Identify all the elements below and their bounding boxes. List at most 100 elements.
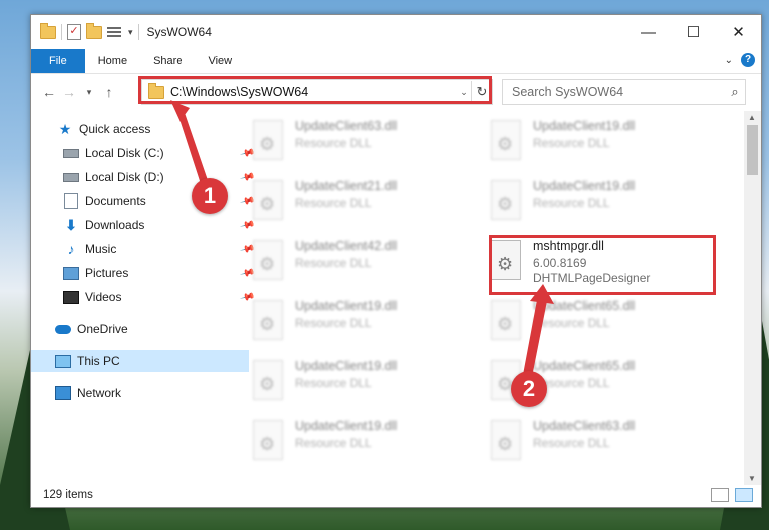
expand-ribbon-icon[interactable]: ⌄ bbox=[725, 55, 733, 66]
file-item[interactable]: ⚙ UpdateClient19.dll Resource DLL bbox=[249, 297, 464, 353]
file-description: Resource DLL bbox=[533, 316, 610, 330]
tab-home[interactable]: Home bbox=[85, 49, 140, 73]
music-icon: ♪ bbox=[67, 241, 75, 257]
file-list: ⚙ UpdateClient63.dll Resource DLL ⚙ Updat… bbox=[225, 111, 743, 483]
up-button[interactable]: ↑ bbox=[99, 84, 119, 100]
ribbon-tabs: File Home Share View ⌄ ? bbox=[31, 49, 761, 74]
sidebar-item-pictures[interactable]: Pictures 📌 bbox=[31, 262, 257, 284]
status-bar: 129 items bbox=[31, 483, 761, 507]
sidebar-item-label: Downloads bbox=[85, 218, 145, 232]
file-name: UpdateClient42.dll bbox=[295, 239, 398, 253]
sidebar-item-label: Local Disk (D:) bbox=[85, 170, 164, 184]
customize-toolbar-icon[interactable] bbox=[107, 26, 123, 39]
properties-check-icon[interactable]: ✓ bbox=[67, 24, 81, 40]
back-button[interactable]: ← bbox=[39, 84, 59, 100]
file-description: Resource DLL bbox=[295, 436, 372, 450]
folder-icon bbox=[40, 22, 56, 39]
file-name: UpdateClient19.dll bbox=[295, 359, 398, 373]
star-icon: ★ bbox=[58, 120, 72, 137]
close-button[interactable]: ✕ bbox=[716, 15, 761, 49]
file-explorer-window: ✓ ▾ SysWOW64 — ☐ ✕ File Home Share View … bbox=[30, 14, 762, 508]
file-name: UpdateClient21.dll bbox=[295, 179, 398, 193]
tab-view[interactable]: View bbox=[195, 49, 245, 73]
file-name: UpdateClient19.dll bbox=[533, 179, 636, 193]
sidebar-item-label: Pictures bbox=[85, 266, 129, 280]
sidebar-item-onedrive[interactable]: OneDrive bbox=[31, 318, 249, 340]
new-folder-icon[interactable] bbox=[86, 22, 102, 39]
dll-file-icon: ⚙ bbox=[249, 420, 289, 462]
file-description: Resource DLL bbox=[295, 196, 372, 210]
sidebar-item-downloads[interactable]: ⬇ Downloads 📌 bbox=[31, 214, 257, 236]
drive-icon bbox=[63, 146, 79, 160]
sidebar-item-label: This PC bbox=[77, 354, 120, 368]
search-icon[interactable]: ⌕ bbox=[725, 84, 745, 100]
sidebar-item-local-disk-c[interactable]: Local Disk (C:) 📌 bbox=[31, 142, 257, 164]
sidebar-item-this-pc[interactable]: This PC bbox=[31, 350, 249, 372]
file-description: Resource DLL bbox=[533, 436, 610, 450]
recent-locations-button[interactable]: ▾ bbox=[79, 87, 99, 98]
sidebar-item-label: Documents bbox=[85, 194, 146, 208]
dll-file-icon: ⚙ bbox=[249, 240, 289, 282]
toolbar-separator bbox=[137, 24, 139, 40]
file-name: UpdateClient19.dll bbox=[533, 119, 636, 133]
file-name: UpdateClient65.dll bbox=[533, 359, 636, 373]
search-input[interactable]: Search SysWOW64 bbox=[512, 85, 725, 99]
pictures-icon bbox=[63, 266, 79, 280]
file-item[interactable]: ⚙ UpdateClient63.dll Resource DLL bbox=[249, 117, 464, 173]
scroll-up-icon[interactable]: ▲ bbox=[748, 113, 756, 122]
file-highlight bbox=[489, 235, 716, 295]
dll-file-icon: ⚙ bbox=[249, 360, 289, 402]
quick-access-toolbar: ✓ ▾ bbox=[31, 22, 139, 40]
scrollbar-thumb[interactable] bbox=[747, 125, 758, 175]
file-item[interactable]: ⚙ UpdateClient65.dll Resource DLL bbox=[487, 297, 702, 353]
details-view-icon[interactable] bbox=[711, 488, 729, 502]
file-description: Resource DLL bbox=[295, 136, 372, 150]
dll-file-icon: ⚙ bbox=[487, 120, 527, 162]
window-title: SysWOW64 bbox=[146, 25, 212, 39]
videos-icon bbox=[63, 290, 79, 304]
file-description: Resource DLL bbox=[295, 256, 372, 270]
navigation-bar: ← → ▾ ↑ C:\Windows\SysWOW64 ⌄ ↻ Search S… bbox=[31, 74, 761, 110]
file-item[interactable]: ⚙ UpdateClient19.dll Resource DLL bbox=[249, 357, 464, 413]
drive-icon bbox=[63, 170, 79, 184]
dll-file-icon: ⚙ bbox=[249, 180, 289, 222]
scroll-down-icon[interactable]: ▼ bbox=[748, 474, 756, 483]
sidebar-item-network[interactable]: Network bbox=[31, 382, 249, 404]
tab-share[interactable]: Share bbox=[140, 49, 195, 73]
file-item[interactable]: ⚙ UpdateClient21.dll Resource DLL bbox=[249, 177, 464, 233]
forward-button[interactable]: → bbox=[59, 84, 79, 100]
help-icon[interactable]: ? bbox=[741, 53, 755, 67]
file-item[interactable]: ⚙ UpdateClient19.dll Resource DLL bbox=[249, 417, 464, 473]
callout-2: 2 bbox=[511, 371, 547, 407]
download-icon: ⬇ bbox=[65, 216, 77, 233]
sidebar-item-quick-access[interactable]: ★ Quick access bbox=[31, 118, 251, 140]
dll-file-icon: ⚙ bbox=[249, 120, 289, 162]
sidebar-item-label: Network bbox=[77, 386, 122, 400]
file-description: Resource DLL bbox=[533, 136, 610, 150]
sidebar-item-videos[interactable]: Videos 📌 bbox=[31, 286, 257, 308]
large-icons-view-icon[interactable] bbox=[735, 488, 753, 502]
item-count: 129 items bbox=[43, 489, 93, 501]
callout-1: 1 bbox=[192, 178, 228, 214]
sidebar-item-music[interactable]: ♪ Music 📌 bbox=[31, 238, 257, 260]
onedrive-icon bbox=[55, 322, 71, 336]
search-box[interactable]: Search SysWOW64 ⌕ bbox=[502, 79, 746, 105]
documents-icon bbox=[63, 193, 79, 209]
file-description: Resource DLL bbox=[533, 196, 610, 210]
maximize-button[interactable]: ☐ bbox=[671, 15, 716, 49]
address-bar-highlight bbox=[138, 76, 492, 104]
sidebar-item-label: Music bbox=[85, 242, 117, 256]
file-description: Resource DLL bbox=[533, 376, 610, 390]
file-name: UpdateClient65.dll bbox=[533, 299, 636, 313]
vertical-scrollbar[interactable]: ▲ ▼ bbox=[744, 111, 761, 485]
tab-file[interactable]: File bbox=[31, 49, 85, 73]
file-item[interactable]: ⚙ UpdateClient63.dll Resource DLL bbox=[487, 417, 702, 473]
minimize-button[interactable]: — bbox=[626, 15, 671, 49]
file-item[interactable]: ⚙ UpdateClient42.dll Resource DLL bbox=[249, 237, 464, 293]
sidebar-item-label: Videos bbox=[85, 290, 122, 304]
file-name: UpdateClient19.dll bbox=[295, 299, 398, 313]
chevron-down-icon[interactable]: ▾ bbox=[128, 27, 133, 38]
file-item[interactable]: ⚙ UpdateClient19.dll Resource DLL bbox=[487, 177, 702, 233]
file-name: UpdateClient19.dll bbox=[295, 419, 398, 433]
file-item[interactable]: ⚙ UpdateClient19.dll Resource DLL bbox=[487, 117, 702, 173]
